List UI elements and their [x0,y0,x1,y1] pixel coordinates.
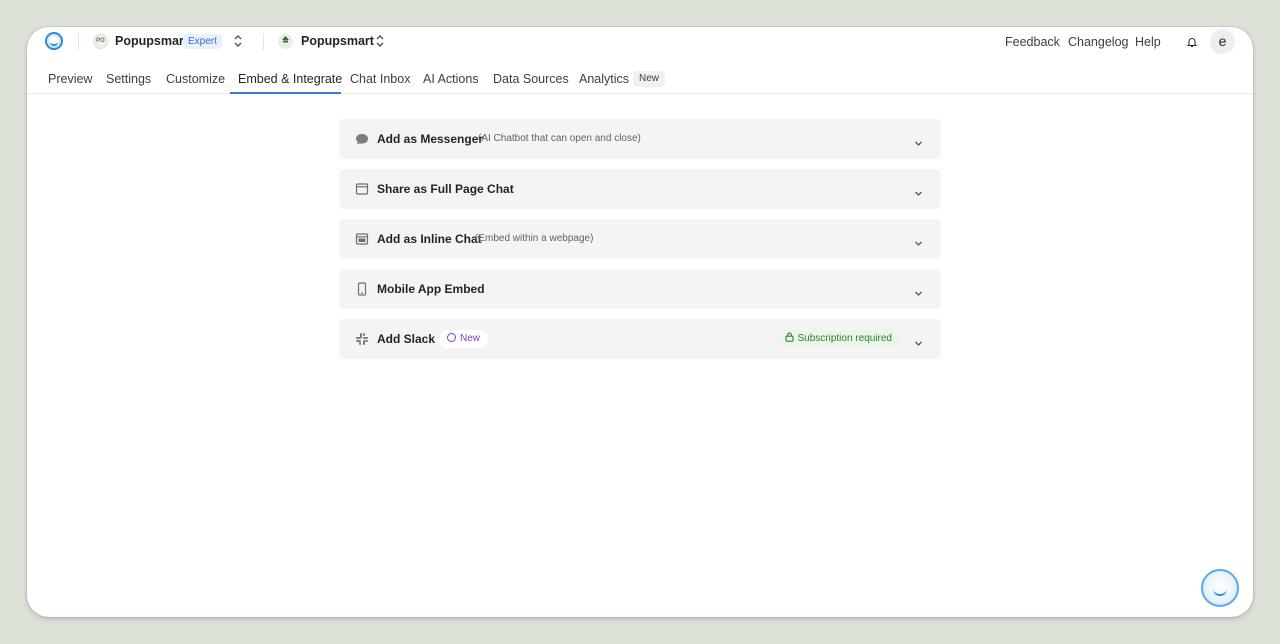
slack-new-label: New [460,333,481,344]
divider [78,33,79,50]
chat-launcher-icon[interactable] [1201,569,1239,607]
accordion-title: Add as Messenger [377,132,484,146]
chevron-down-icon[interactable] [914,335,923,346]
tab-embed-integrate[interactable]: Embed & Integrate [238,72,342,94]
analytics-new-badge: New [633,71,666,87]
subscription-required-badge: Subscription required [775,330,901,349]
help-link[interactable]: Help [1135,35,1161,49]
accordion-subtitle: (Embed within a webpage) [475,233,594,244]
project-name[interactable]: Popupsmart [301,34,374,48]
accordion-add-inline-chat[interactable]: Add as Inline Chat (Embed within a webpa… [339,219,941,259]
divider [263,33,264,50]
tab-customize[interactable]: Customize [166,72,225,94]
app-logo-icon[interactable] [45,32,63,50]
accordion-title: Mobile App Embed [377,282,485,296]
user-avatar[interactable]: e [1210,29,1235,54]
feedback-link[interactable]: Feedback [1005,35,1060,49]
inline-frame-icon [355,232,369,246]
accordion-title: Add Slack [377,332,436,346]
tab-bar: Preview Settings Customize Embed & Integ… [27,65,1253,94]
tab-analytics[interactable]: Analytics [579,72,629,94]
tab-preview[interactable]: Preview [48,72,92,94]
slack-icon [355,332,369,346]
top-bar: PO Popupsmart Expert Popupsmart Feedback… [27,27,1253,57]
mobile-phone-icon [355,282,369,296]
slack-new-badge: New [439,330,489,348]
changelog-link[interactable]: Changelog [1068,35,1128,49]
lock-icon [784,331,794,349]
workspace-avatar[interactable]: PO [93,34,108,49]
chevron-down-icon[interactable] [914,285,923,296]
chevron-down-icon[interactable] [914,235,923,246]
browser-window-icon [355,182,369,196]
accordion-add-slack[interactable]: Add Slack New Subscription required [339,319,941,359]
workspace-name[interactable]: Popupsmart [115,34,188,48]
tab-chat-inbox[interactable]: Chat Inbox [350,72,410,94]
subscription-required-label: Subscription required [797,333,893,344]
project-switch-icon[interactable] [375,34,385,48]
accordion-add-as-messenger[interactable]: Add as Messenger (AI Chatbot that can op… [339,119,941,159]
active-tab-indicator [230,92,341,94]
accordion-mobile-app-embed[interactable]: Mobile App Embed [339,269,941,309]
accordion-share-full-page-chat[interactable]: Share as Full Page Chat [339,169,941,209]
chevron-down-icon[interactable] [914,185,923,196]
workspace-switch-icon[interactable] [233,34,243,48]
tab-settings[interactable]: Settings [106,72,151,94]
tab-data-sources[interactable]: Data Sources [493,72,569,94]
embed-options-list: Add as Messenger (AI Chatbot that can op… [339,119,941,369]
chevron-down-icon[interactable] [914,135,923,146]
notification-bell-icon[interactable] [1186,35,1198,48]
plan-badge: Expert [183,34,222,49]
accordion-subtitle: (AI Chatbot that can open and close) [478,133,641,144]
project-icon[interactable] [278,34,293,49]
accordion-title: Add as Inline Chat [377,232,482,246]
app-window: PO Popupsmart Expert Popupsmart Feedback… [27,27,1253,617]
accordion-title: Share as Full Page Chat [377,182,514,196]
tab-ai-actions[interactable]: AI Actions [423,72,479,94]
check-circle-icon [447,333,456,342]
chat-bubble-icon [355,132,369,146]
